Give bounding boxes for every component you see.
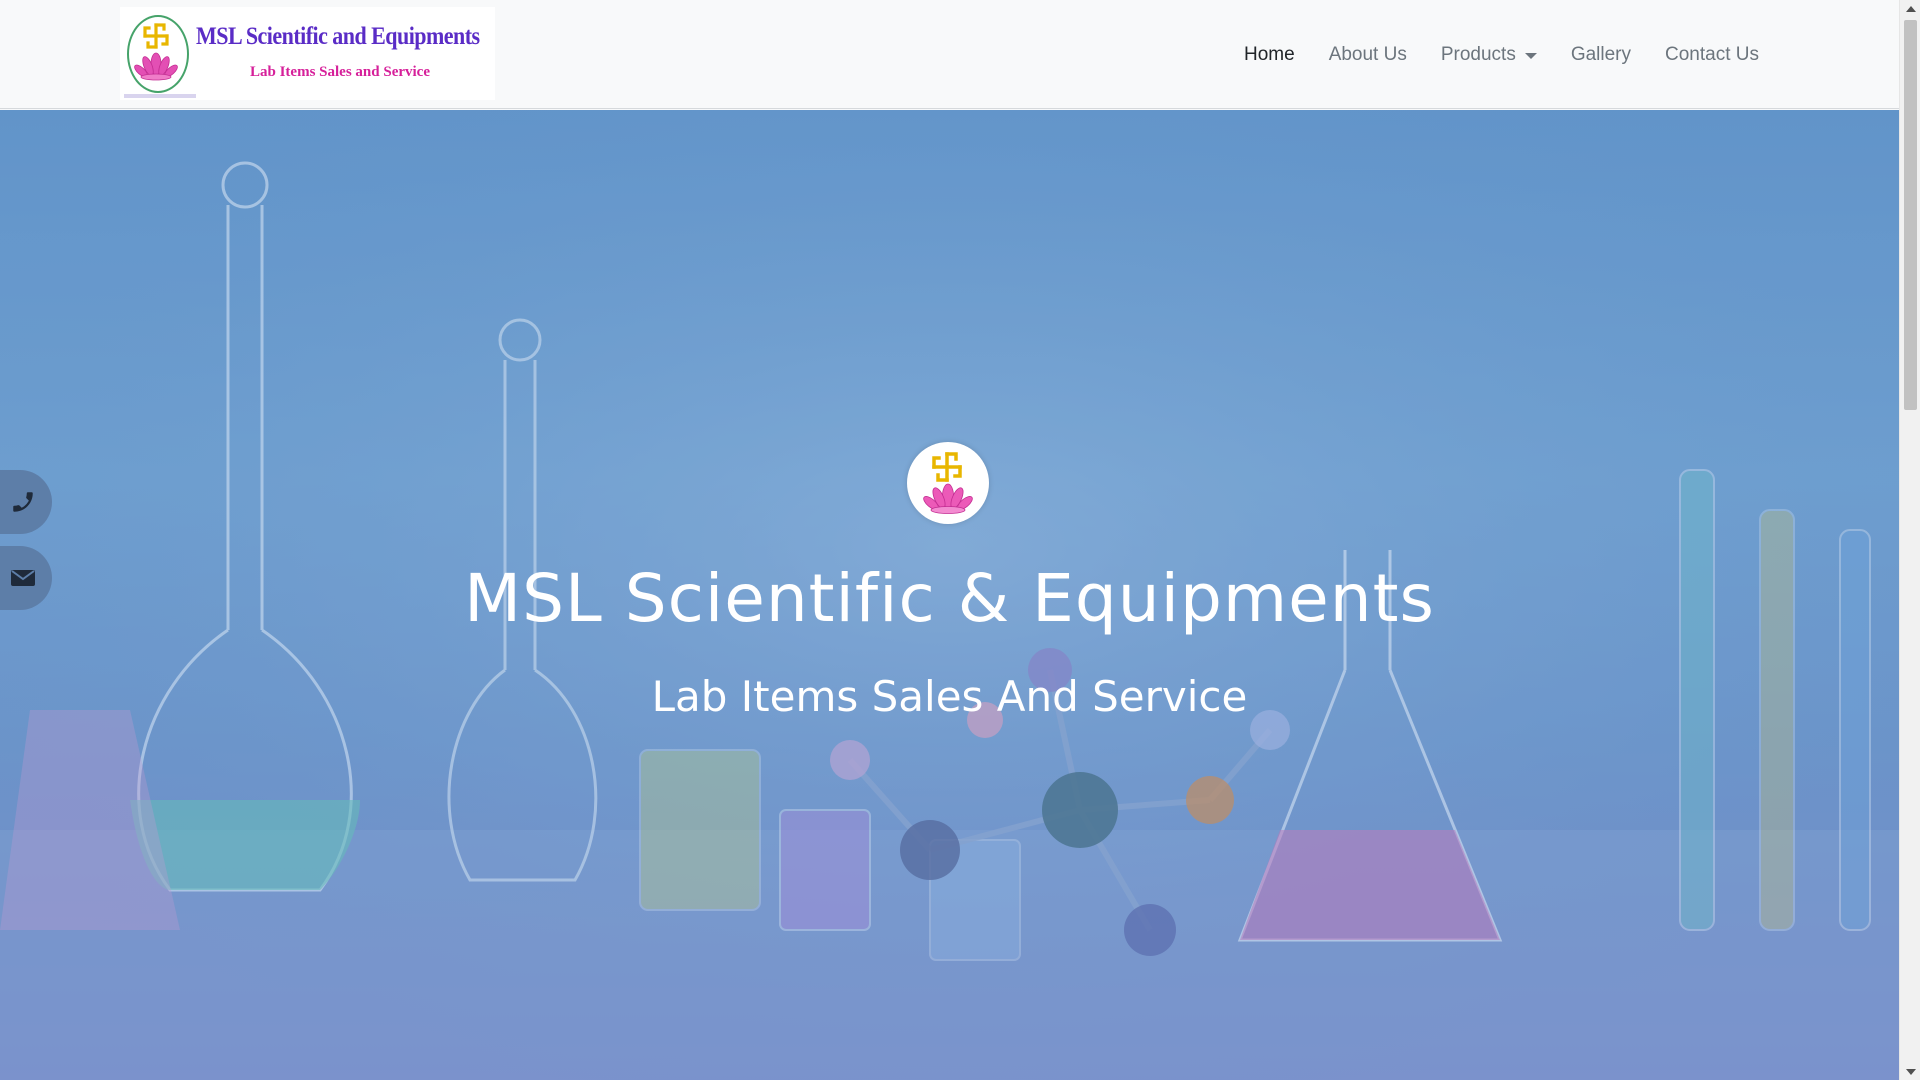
swastika-lotus-emblem-icon — [127, 15, 189, 93]
scroll-up-arrow-icon[interactable] — [1900, 0, 1920, 17]
nav-products-dropdown[interactable]: Products — [1441, 44, 1537, 66]
brand-underline — [124, 94, 196, 98]
brand-subtitle: Lab Items Sales and Service — [250, 64, 430, 80]
hero-title: MSL Scientific & Equipments — [464, 560, 1435, 637]
navbar: MSL Scientific and Equipments Lab Items … — [0, 0, 1899, 109]
brand-title: MSL Scientific and Equipments — [196, 23, 480, 50]
hero-banner: MSL Scientific & Equipments Lab Items Sa… — [0, 110, 1899, 1080]
hero-subtitle: Lab Items Sales And Service — [651, 672, 1248, 721]
nav-home[interactable]: Home — [1244, 44, 1295, 66]
brand-logo-link[interactable]: MSL Scientific and Equipments Lab Items … — [120, 7, 495, 100]
envelope-icon — [11, 570, 35, 586]
caret-down-icon — [1524, 52, 1537, 59]
nav-menu: Home About Us Products Gallery Contact U… — [1244, 0, 1759, 109]
page-scrollbar[interactable] — [1899, 0, 1920, 1080]
phone-icon — [13, 492, 33, 512]
scroll-down-arrow-icon[interactable] — [1900, 1063, 1920, 1080]
scrollbar-thumb[interactable] — [1904, 20, 1917, 410]
hero-content: MSL Scientific & Equipments Lab Items Sa… — [0, 110, 1899, 1080]
nav-contact-us[interactable]: Contact Us — [1665, 44, 1759, 66]
hero-emblem-icon — [907, 442, 989, 524]
nav-about-us[interactable]: About Us — [1329, 44, 1407, 66]
nav-products-label: Products — [1440, 43, 1516, 65]
nav-gallery[interactable]: Gallery — [1571, 44, 1631, 66]
